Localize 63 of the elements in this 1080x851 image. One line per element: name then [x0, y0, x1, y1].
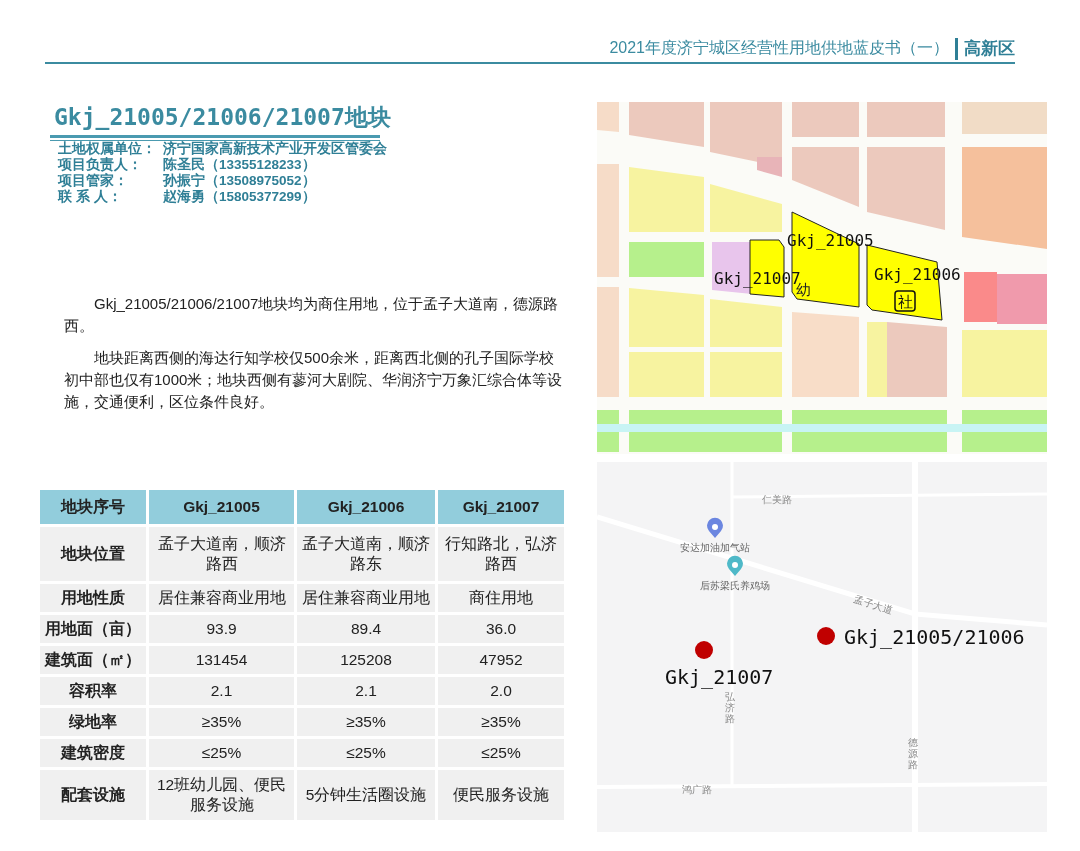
report-title: 2021年度济宁城区经营性用地供地蓝皮书（一）	[609, 38, 950, 58]
table-cell: 125208	[297, 645, 435, 674]
table-cell: 131454	[149, 645, 294, 674]
table-cell: 行知路北，弘济路西	[438, 526, 564, 581]
table-cell: 5分钟生活圈设施	[297, 769, 435, 820]
table-cell: ≥35%	[297, 707, 435, 736]
road-label: 弘济路	[725, 691, 735, 724]
table-cell: 12班幼儿园、便民服务设施	[149, 769, 294, 820]
road-label: 德源路	[908, 737, 918, 770]
marker-label: Gkj_21005/21006	[844, 625, 1025, 649]
table-cell: ≤25%	[297, 738, 435, 767]
table-cell: 2.0	[438, 676, 564, 705]
table-header: Gkj_21005	[149, 489, 294, 524]
table-cell: 居住兼容商业用地	[149, 583, 294, 612]
info-label: 项目管家：	[58, 172, 129, 189]
table-cell: 89.4	[297, 614, 435, 643]
info-value: 陈圣民（13355128233）	[163, 156, 316, 172]
table-header: Gkj_21006	[297, 489, 435, 524]
farm-pin-icon	[727, 555, 743, 576]
poi-label: 安达加油加气站	[680, 542, 750, 553]
table-cell: 孟子大道南，顺济路西	[149, 526, 294, 581]
row-label: 建筑面（㎡）	[40, 645, 146, 674]
facility-label: 社	[894, 290, 916, 312]
road-label: 鸿广路	[682, 784, 712, 795]
table-cell: ≤25%	[149, 738, 294, 767]
info-label: 联 系 人：	[58, 188, 123, 205]
info-value: 赵海勇（15805377299）	[163, 188, 316, 204]
row-label: 建筑密度	[40, 738, 146, 767]
table-cell: 36.0	[438, 614, 564, 643]
row-label: 容积率	[40, 676, 146, 705]
location-marker	[817, 627, 835, 645]
row-label: 绿地率	[40, 707, 146, 736]
row-label: 配套设施	[40, 769, 146, 820]
table-cell: ≤25%	[438, 738, 564, 767]
fuel-pin-icon	[707, 517, 723, 538]
info-value: 济宁国家高新技术产业开发区管委会	[163, 140, 387, 156]
table-cell: 商住用地	[438, 583, 564, 612]
marker-label: Gkj_21007	[665, 665, 774, 689]
info-label: 项目负责人：	[58, 156, 143, 172]
table-cell: 便民服务设施	[438, 769, 564, 820]
table-cell: 孟子大道南，顺济路东	[297, 526, 435, 581]
table-cell: 47952	[438, 645, 564, 674]
table-cell: ≥35%	[438, 707, 564, 736]
plot-title: Gkj_21005/21006/21007地块	[54, 103, 392, 132]
road-label: 仁美路	[762, 494, 792, 505]
table-cell: ≥35%	[149, 707, 294, 736]
table-cell: 93.9	[149, 614, 294, 643]
road-label: 孟子大道	[852, 593, 894, 616]
table-header: Gkj_21007	[438, 489, 564, 524]
location-marker	[695, 641, 713, 659]
section-title: 高新区	[955, 38, 1015, 60]
row-label: 用地性质	[40, 583, 146, 612]
description-paragraph: Gkj_21005/21006/21007地块均为商住用地，位于孟子大道南，德源路西。	[64, 293, 560, 336]
description-paragraph: 地块距离西侧的海达行知学校仅500余米，距离西北侧的孔子国际学校初中部也仅有1000米；地块西侧有蓼河大剧院、华润济宁万象汇综合体等设施，交通便利，区位条件良好。	[64, 347, 564, 412]
row-label: 地块位置	[40, 526, 146, 581]
table-cell: 2.1	[149, 676, 294, 705]
info-value: 孙振宁（13508975052）	[163, 172, 316, 188]
table-cell: 居住兼容商业用地	[297, 583, 435, 612]
info-label: 土地权属单位：	[58, 140, 157, 157]
table-header: 地块序号	[40, 489, 146, 524]
table-cell: 2.1	[297, 676, 435, 705]
row-label: 用地面（亩）	[40, 614, 146, 643]
poi-label: 后苏梁氏养鸡场	[700, 580, 770, 591]
